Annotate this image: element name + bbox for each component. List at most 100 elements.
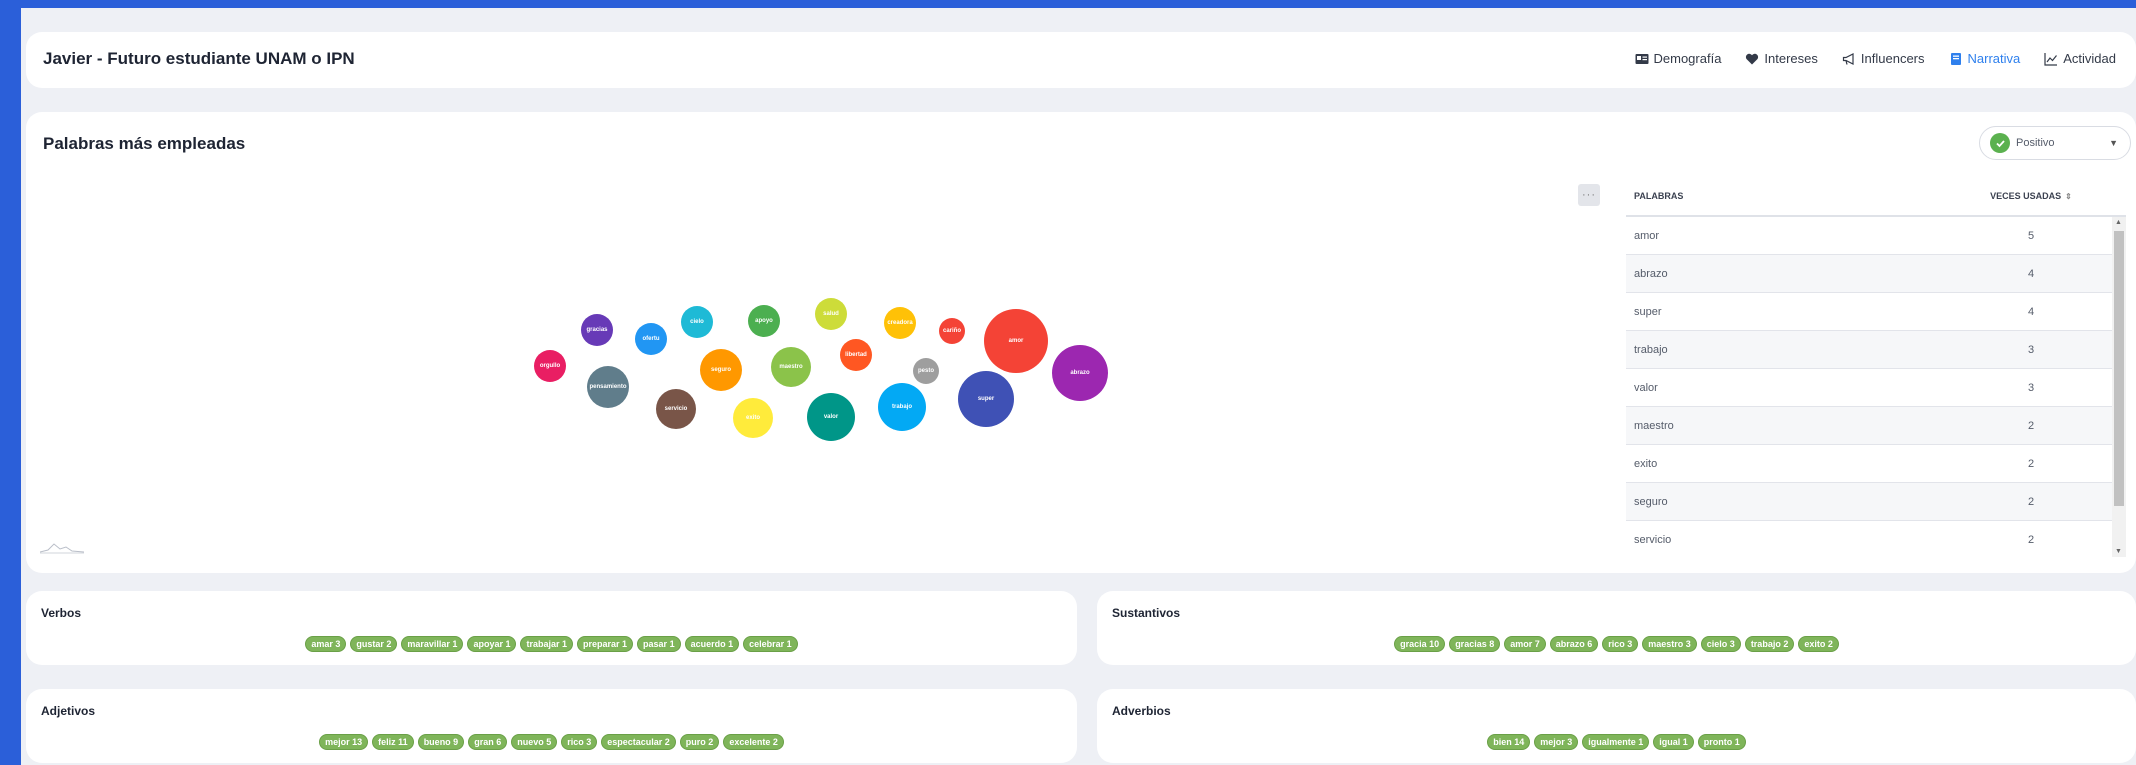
word-pill[interactable]: nuevo 5 [511, 734, 558, 750]
nav-label: Narrativa [1967, 51, 2021, 66]
word-pill[interactable]: bueno 9 [417, 734, 465, 750]
word-pill[interactable]: abrazo 6 [1549, 636, 1599, 652]
sustantivos-card: Sustantivos gracia 10 gracias 8 amor 7 a… [1097, 591, 2136, 665]
adjetivos-pills: mejor 13 feliz 11 bueno 9 gran 6 nuevo 5… [26, 734, 1077, 750]
verbos-title: Verbos [41, 606, 82, 620]
table-row: exito 2 [1626, 445, 2126, 483]
bubble-apoyo[interactable]: apoyo [748, 305, 780, 337]
word-pill[interactable]: igual 1 [1653, 734, 1694, 750]
word-pill[interactable]: gustar 2 [350, 636, 398, 652]
column-header-palabras: PALABRAS [1634, 191, 1684, 201]
heart-icon [1746, 53, 1759, 64]
book-icon [1950, 52, 1961, 65]
word-pill[interactable]: rico 3 [1602, 636, 1639, 652]
word-pill[interactable]: gran 6 [468, 734, 508, 750]
id-card-icon [1635, 53, 1648, 64]
line-chart-icon [2044, 52, 2058, 66]
word-pill[interactable]: exito 2 [1798, 636, 1839, 652]
nav-label: Actividad [2063, 51, 2116, 66]
word-pill[interactable]: apoyar 1 [467, 636, 517, 652]
table-row: abrazo 4 [1626, 255, 2126, 293]
bubble-trabajo[interactable]: trabajo [878, 383, 926, 431]
nav-narrativa[interactable]: Narrativa [1949, 51, 2021, 66]
chart-menu-button[interactable]: ··· [1578, 184, 1600, 206]
bubble-pensamiento[interactable]: pensamiento [587, 366, 629, 408]
word-pill[interactable]: pasar 1 [637, 636, 681, 652]
word-pill[interactable]: gracias 8 [1449, 636, 1501, 652]
sustantivos-pills: gracia 10 gracias 8 amor 7 abrazo 6 rico… [1097, 636, 2136, 652]
profile-header: Javier - Futuro estudiante UNAM o IPN De… [26, 32, 2136, 88]
word-pill[interactable]: pronto 1 [1697, 734, 1746, 750]
bubble-carino[interactable]: cariño [939, 318, 965, 344]
sustantivos-title: Sustantivos [1112, 606, 1181, 620]
bubble-seguro[interactable]: seguro [700, 349, 742, 391]
word-pill[interactable]: preparar 1 [577, 636, 634, 652]
bubble-orgullo[interactable]: orgullo [534, 350, 566, 382]
scroll-down-icon[interactable]: ▼ [2115, 548, 2122, 555]
word-pill[interactable]: igualmente 1 [1582, 734, 1650, 750]
bubble-cielo[interactable]: cielo [681, 306, 713, 338]
table-scrollbar[interactable]: ▲ ▼ [2112, 217, 2126, 557]
word-pill[interactable]: maestro 3 [1642, 636, 1697, 652]
sentiment-select[interactable]: Positivo ▼ [1979, 126, 2131, 160]
bubble-gracias[interactable]: gracias [581, 314, 613, 346]
table-row: valor 3 [1626, 369, 2126, 407]
table-body[interactable]: amor 5 abrazo 4 super 4 trabajo 3 valor 3 mae… [1626, 217, 2126, 557]
table-row: amor 5 [1626, 217, 2126, 255]
verbos-pills: amar 3 gustar 2 maravillar 1 apoyar 1 tr… [26, 636, 1077, 652]
bubble-salud[interactable]: salud [815, 298, 847, 330]
adverbios-card: Adverbios bien 14 mejor 3 igualmente 1 i… [1097, 689, 2136, 763]
word-pill[interactable]: puro 2 [679, 734, 720, 750]
word-pill[interactable]: maravillar 1 [401, 636, 464, 652]
sentiment-value: Positivo [2016, 137, 2055, 149]
check-icon [1990, 133, 2010, 153]
bubble-pesto[interactable]: pesto [913, 358, 939, 384]
word-pill[interactable]: espectacular 2 [601, 734, 676, 750]
word-pill[interactable]: amor 7 [1504, 636, 1546, 652]
bubble-abrazo[interactable]: abrazo [1052, 345, 1108, 401]
nav-intereses[interactable]: Intereses [1745, 51, 1818, 66]
word-pill[interactable]: trabajar 1 [520, 636, 574, 652]
word-pill[interactable]: acuerdo 1 [684, 636, 740, 652]
bubble-valor[interactable]: valor [807, 393, 855, 441]
app-background: Javier - Futuro estudiante UNAM o IPN De… [21, 8, 2136, 765]
section-nav: Demografía Intereses Influencers Narrati… [1635, 51, 2116, 66]
word-pill[interactable]: trabajo 2 [1744, 636, 1795, 652]
table-row: super 4 [1626, 293, 2126, 331]
nav-label: Demografía [1653, 51, 1722, 66]
word-pill[interactable]: feliz 11 [372, 734, 414, 750]
adjetivos-title: Adjetivos [41, 704, 96, 718]
word-pill[interactable]: amar 3 [305, 636, 347, 652]
bubble-creadora[interactable]: creadora [884, 307, 916, 339]
bubble-servicio[interactable]: servicio [656, 389, 696, 429]
column-header-veces-usadas[interactable]: VECES USADAS ⇕ [1956, 191, 2106, 201]
verbos-card: Verbos amar 3 gustar 2 maravillar 1 apoy… [26, 591, 1077, 665]
nav-influencers[interactable]: Influencers [1842, 51, 1925, 66]
nav-demografia[interactable]: Demografía [1635, 51, 1722, 66]
bubble-exito[interactable]: exito [733, 398, 773, 438]
word-pill[interactable]: cielo 3 [1700, 636, 1741, 652]
nav-actividad[interactable]: Actividad [2044, 51, 2116, 66]
scroll-up-icon[interactable]: ▲ [2115, 219, 2122, 226]
word-pill[interactable]: rico 3 [561, 734, 598, 750]
nav-label: Influencers [1860, 51, 1925, 66]
megaphone-icon [1842, 52, 1854, 65]
bubble-maestro[interactable]: maestro [771, 347, 811, 387]
word-pill[interactable]: mejor 3 [1534, 734, 1579, 750]
words-card: Palabras más empleadas Positivo ▼ orgull… [26, 112, 2136, 573]
bubble-ofertu[interactable]: ofertu [635, 323, 667, 355]
chevron-down-icon: ▼ [2109, 138, 2118, 148]
bubble-amor[interactable]: amor [984, 309, 1048, 373]
scrollbar-thumb[interactable] [2114, 231, 2124, 506]
word-pill[interactable]: excelente 2 [723, 734, 784, 750]
nav-label: Intereses [1764, 51, 1818, 66]
word-pill[interactable]: mejor 13 [319, 734, 369, 750]
word-frequency-table: PALABRAS VECES USADAS ⇕ amor 5 abrazo 4 su… [1626, 177, 2126, 557]
bubble-super[interactable]: super [958, 371, 1014, 427]
word-pill[interactable]: gracia 10 [1394, 636, 1446, 652]
table-row: trabajo 3 [1626, 331, 2126, 369]
word-pill[interactable]: bien 14 [1487, 734, 1531, 750]
word-pill[interactable]: celebrar 1 [743, 636, 798, 652]
bubble-libertad[interactable]: libertad [840, 339, 872, 371]
table-header: PALABRAS VECES USADAS ⇕ [1626, 177, 2126, 217]
